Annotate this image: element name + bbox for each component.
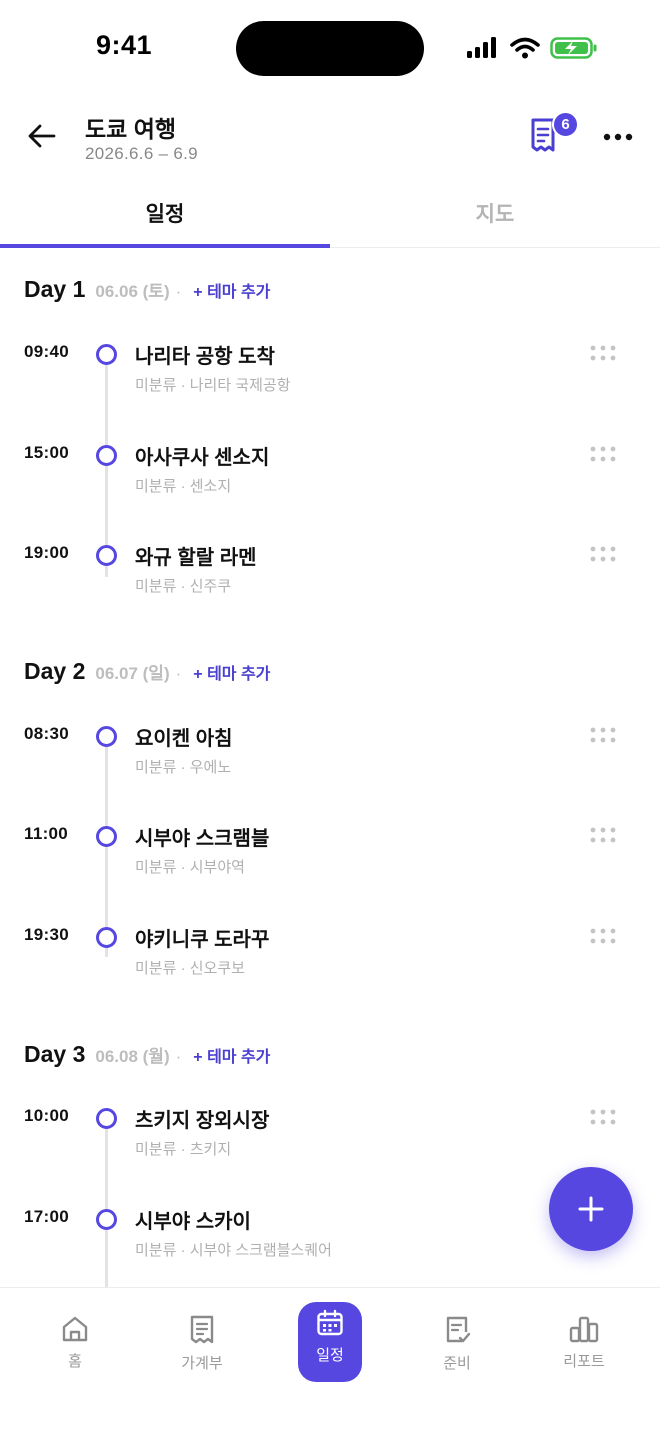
receipt-count-badge: 6 <box>552 111 579 138</box>
timeline-dot <box>96 726 117 747</box>
battery-charging-icon <box>550 37 597 59</box>
drag-handle-icon[interactable] <box>590 344 616 362</box>
wifi-icon <box>510 37 540 59</box>
schedule-item[interactable]: 08:30 요이켄 아침 미분류 · 우에노 <box>0 724 660 804</box>
cellular-signal-icon <box>467 37 496 58</box>
status-bar: 9:41 <box>0 0 660 100</box>
event-subtitle: 미분류 · 시부야 스크램블스퀘어 <box>135 1242 332 1259</box>
event-subtitle: 미분류 · 신주쿠 <box>135 578 232 595</box>
add-theme-button[interactable]: + 테마 추가 <box>193 660 270 684</box>
event-title: 나리타 공항 도착 <box>135 346 275 368</box>
tab-schedule[interactable]: 일정 <box>0 180 330 246</box>
more-options-button[interactable] <box>598 122 638 152</box>
checklist-icon <box>446 1316 471 1343</box>
day-label: Day 3 <box>24 1041 86 1067</box>
schedule-item[interactable]: 19:30 야키니쿠 도라꾸 미분류 · 신오쿠보 <box>0 925 660 1005</box>
timeline-dot <box>96 927 117 948</box>
drag-handle-icon[interactable] <box>590 545 616 563</box>
event-title: 츠키지 장외시장 <box>135 1110 270 1132</box>
event-time: 19:30 <box>24 925 69 944</box>
event-title: 요이켄 아침 <box>135 728 233 750</box>
event-subtitle: 미분류 · 우에노 <box>135 759 232 776</box>
timeline-dot <box>96 445 117 466</box>
trip-dates: 2026.6.6 – 6.9 <box>85 144 198 163</box>
drag-handle-icon[interactable] <box>590 445 616 463</box>
day-label: Day 1 <box>24 276 86 302</box>
event-title: 시부야 스크램블 <box>135 828 270 850</box>
event-subtitle: 미분류 · 신오쿠보 <box>135 960 245 977</box>
event-subtitle: 미분류 · 츠키지 <box>135 1141 232 1158</box>
back-button[interactable] <box>24 118 60 154</box>
timeline-dot <box>96 344 117 365</box>
bottom-nav: 홈 가계부 일정 준비 리포트 <box>0 1287 660 1434</box>
nav-label: 일정 <box>316 1347 344 1364</box>
drag-handle-icon[interactable] <box>590 1108 616 1126</box>
receipt-icon <box>190 1315 214 1344</box>
status-time: 9:41 <box>96 30 153 60</box>
event-subtitle: 미분류 · 시부야역 <box>135 859 245 876</box>
event-title: 와규 할랄 라멘 <box>135 547 257 569</box>
day-date: 06.08 (월) <box>95 1047 170 1066</box>
event-time: 09:40 <box>24 342 69 361</box>
nav-item-schedule[interactable]: 일정 <box>298 1302 362 1382</box>
day-header: Day 1 06.06 (토) · + 테마 추가 <box>24 276 270 303</box>
day-date: 06.07 (일) <box>95 664 170 683</box>
bar-chart-icon <box>569 1316 599 1343</box>
view-tabs: 일정 지도 <box>0 180 660 248</box>
home-icon <box>62 1316 88 1342</box>
timeline-dot <box>96 545 117 566</box>
trip-title: 도쿄 여행 <box>85 116 177 142</box>
separator-dot: · <box>175 282 182 301</box>
event-time: 15:00 <box>24 443 69 462</box>
event-subtitle: 미분류 · 센소지 <box>135 478 232 495</box>
nav-label: 리포트 <box>563 1353 605 1370</box>
nav-label: 홈 <box>68 1353 82 1370</box>
day-header: Day 2 06.07 (일) · + 테마 추가 <box>24 658 270 685</box>
separator-dot: · <box>175 664 182 683</box>
tab-map[interactable]: 지도 <box>330 180 660 246</box>
timeline-dot <box>96 1209 117 1230</box>
nav-item-home[interactable]: 홈 <box>20 1308 130 1380</box>
schedule-list[interactable]: Day 1 06.06 (토) · + 테마 추가 09:40 나리타 공항 도… <box>0 249 660 1287</box>
timeline-dot <box>96 826 117 847</box>
arrow-left-icon <box>28 124 56 148</box>
add-theme-button[interactable]: + 테마 추가 <box>193 278 270 302</box>
schedule-item[interactable]: 19:00 와규 할랄 라멘 미분류 · 신주쿠 <box>0 543 660 623</box>
more-horizontal-icon <box>603 133 633 141</box>
drag-handle-icon[interactable] <box>590 826 616 844</box>
nav-item-report[interactable]: 리포트 <box>529 1308 639 1380</box>
drag-handle-icon[interactable] <box>590 927 616 945</box>
event-title: 야키니쿠 도라꾸 <box>135 929 270 951</box>
status-icons <box>466 34 598 62</box>
timeline-dot <box>96 1108 117 1129</box>
schedule-item[interactable]: 11:00 시부야 스크램블 미분류 · 시부야역 <box>0 824 660 904</box>
add-schedule-button[interactable] <box>549 1167 633 1251</box>
event-time: 08:30 <box>24 724 69 743</box>
nav-item-budget[interactable]: 가계부 <box>147 1308 257 1380</box>
event-title: 아사쿠사 센소지 <box>135 447 270 469</box>
day-header: Day 3 06.08 (월) · + 테마 추가 <box>24 1041 270 1068</box>
event-time: 19:00 <box>24 543 69 562</box>
plus-icon <box>578 1196 604 1222</box>
add-theme-button[interactable]: + 테마 추가 <box>193 1043 270 1067</box>
trip-header: 도쿄 여행 2026.6.6 – 6.9 6 <box>0 100 660 180</box>
schedule-item[interactable]: 09:40 나리타 공항 도착 미분류 · 나리타 국제공항 <box>0 342 660 422</box>
nav-item-prepare[interactable]: 준비 <box>402 1308 512 1380</box>
active-tab-indicator <box>0 244 330 248</box>
schedule-item[interactable]: 10:00 츠키지 장외시장 미분류 · 츠키지 <box>0 1106 660 1186</box>
event-time: 11:00 <box>24 824 69 843</box>
nav-label: 가계부 <box>181 1355 223 1372</box>
event-subtitle: 미분류 · 나리타 국제공항 <box>135 377 291 394</box>
event-time: 10:00 <box>24 1106 69 1125</box>
separator-dot: · <box>175 1047 182 1066</box>
day-label: Day 2 <box>24 658 86 684</box>
event-time: 17:00 <box>24 1207 69 1226</box>
calendar-icon <box>317 1309 343 1336</box>
day-date: 06.06 (토) <box>95 282 170 301</box>
dynamic-island <box>236 21 424 76</box>
drag-handle-icon[interactable] <box>590 726 616 744</box>
nav-label: 준비 <box>443 1355 471 1372</box>
schedule-item[interactable]: 15:00 아사쿠사 센소지 미분류 · 센소지 <box>0 443 660 523</box>
event-title: 시부야 스카이 <box>135 1211 251 1233</box>
